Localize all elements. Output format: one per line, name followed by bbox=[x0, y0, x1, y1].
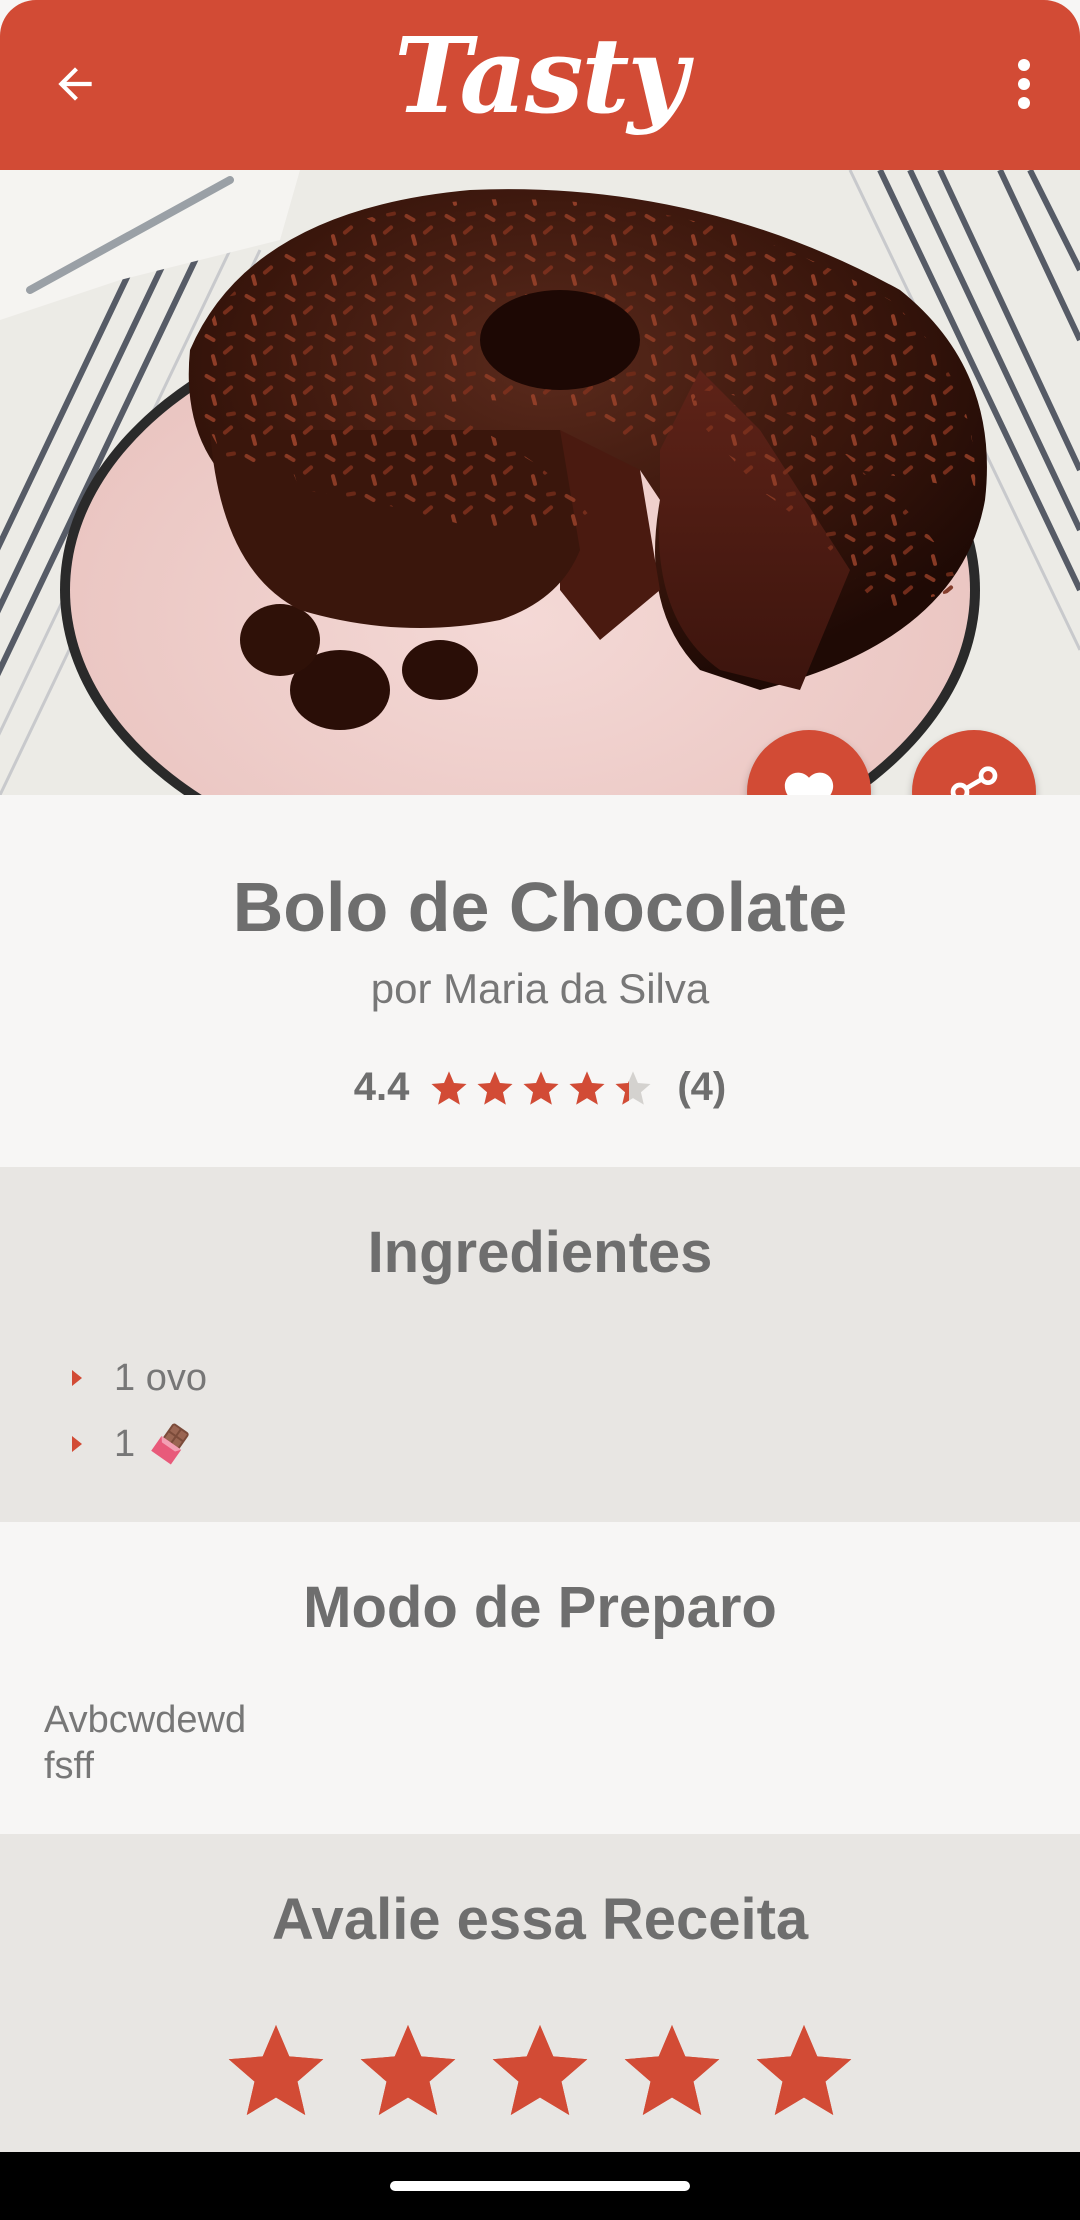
chocolate-bar-icon bbox=[151, 1423, 189, 1465]
rate-star-icon[interactable] bbox=[617, 2016, 727, 2124]
rate-star-icon[interactable] bbox=[353, 2016, 463, 2124]
chocolate-cake-illustration bbox=[0, 170, 1080, 795]
rating-star-icon bbox=[477, 1070, 513, 1105]
list-item: 1 ovo bbox=[70, 1345, 207, 1411]
rate-recipe-title: Avalie essa Receita bbox=[271, 1887, 809, 1952]
home-indicator[interactable] bbox=[390, 2181, 690, 2191]
overflow-menu-button[interactable] bbox=[994, 44, 1054, 124]
recipe-screen: Tasty Bolo de Chocolate por Maria da Sil… bbox=[0, 0, 1080, 2152]
rating-star-icon bbox=[615, 1070, 651, 1105]
app-logo: Tasty bbox=[394, 14, 688, 137]
list-item: 1 bbox=[70, 1411, 207, 1477]
more-vert-icon bbox=[1018, 59, 1030, 109]
preparation-section: Modo de Preparo Avbcwdewd fsff bbox=[0, 1522, 1080, 1834]
rate-star-icon[interactable] bbox=[485, 2016, 595, 2124]
preparation-text: Avbcwdewd fsff bbox=[44, 1699, 247, 1787]
recipe-title: Bolo de Chocolate bbox=[232, 868, 848, 946]
rating-stars bbox=[429, 1068, 653, 1108]
recipe-author: por Maria da Silva bbox=[370, 965, 710, 1012]
rating-star-icon bbox=[569, 1070, 605, 1105]
ingredients-section: Ingredientes 1 ovo 1 bbox=[0, 1167, 1080, 1522]
bullet-arrow-icon bbox=[72, 1370, 82, 1386]
rate-star-icon[interactable] bbox=[221, 2016, 331, 2124]
ingredient-text: 1 bbox=[114, 1422, 136, 1465]
app-bar: Tasty bbox=[0, 0, 1080, 170]
recipe-photo bbox=[0, 170, 1080, 795]
recipe-header-section: Bolo de Chocolate por Maria da Silva 4.4… bbox=[0, 795, 1080, 1167]
ingredient-text: 1 ovo bbox=[114, 1356, 207, 1399]
rate-recipe-section: Avalie essa Receita bbox=[0, 1834, 1080, 2152]
system-nav-bar bbox=[0, 2152, 1080, 2220]
rating-star-icon bbox=[431, 1070, 467, 1105]
ingredients-list: 1 ovo 1 bbox=[70, 1345, 207, 1477]
preparation-title: Modo de Preparo bbox=[303, 1575, 777, 1640]
rating-count: (4) bbox=[677, 1065, 727, 1109]
ingredients-title: Ingredientes bbox=[367, 1220, 713, 1285]
rating-value: 4.4 bbox=[353, 1065, 410, 1109]
rating-summary: 4.4 (4) bbox=[0, 1065, 1080, 1110]
rate-star-icon[interactable] bbox=[749, 2016, 859, 2124]
rate-stars bbox=[0, 2016, 1080, 2124]
rating-star-icon bbox=[523, 1070, 559, 1105]
bullet-arrow-icon bbox=[72, 1436, 82, 1452]
